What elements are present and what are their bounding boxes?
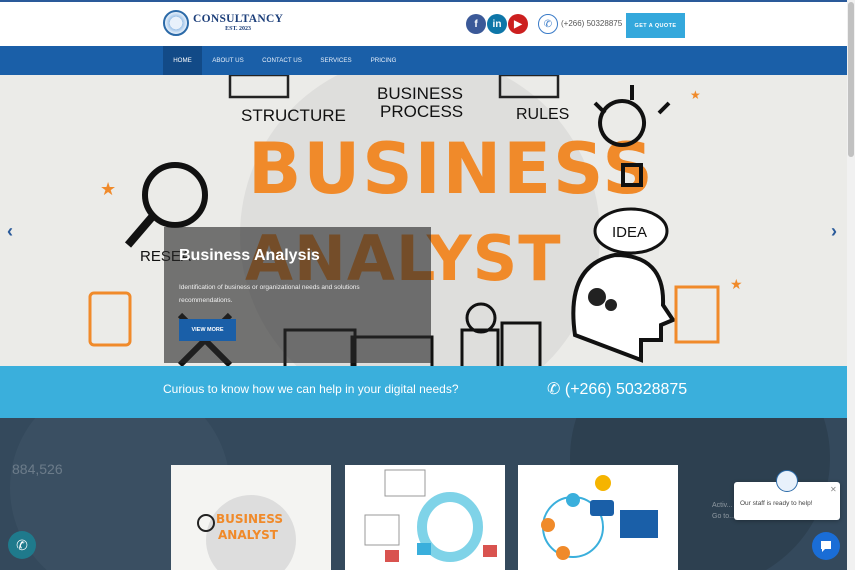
hero-caption: Business Analysis Identification of busi… <box>164 227 431 363</box>
cta-text: Curious to know how we can help in your … <box>163 382 459 396</box>
slider-prev-icon[interactable]: ‹ <box>7 221 13 242</box>
cta-band: Curious to know how we can help in your … <box>0 366 847 418</box>
hero-title: Business Analysis <box>179 247 320 264</box>
svg-text:IDEA: IDEA <box>612 224 647 241</box>
svg-text:RULES: RULES <box>516 106 569 123</box>
svg-text:884,526: 884,526 <box>12 461 63 477</box>
scrollbar-thumb[interactable] <box>848 2 854 157</box>
phone-icon: ✆ <box>547 381 565 398</box>
slider-next-icon[interactable]: › <box>831 221 837 242</box>
whatsapp-icon[interactable]: ✆ <box>8 531 36 559</box>
svg-text:PROCESS: PROCESS <box>380 102 463 121</box>
chat-message: Our staff is ready to help! <box>740 500 813 507</box>
logo-seal-icon <box>163 10 189 36</box>
chat-avatar <box>776 470 798 492</box>
svg-text:★: ★ <box>100 179 116 199</box>
close-icon[interactable]: ✕ <box>830 485 837 494</box>
youtube-icon[interactable]: ▶ <box>508 14 528 34</box>
business-analyst-thumbnail: BUSINESS ANALYST <box>171 465 331 570</box>
svg-text:STRUCTURE: STRUCTURE <box>241 106 346 125</box>
services-section: 884,526 BUSINESS ANALYST Activ... Go to.… <box>0 418 847 570</box>
activate-windows-overlay: Activ... Go to... <box>712 502 735 520</box>
cta-phone[interactable]: ✆ (+266) 50328875 <box>547 379 687 399</box>
logo[interactable]: CONSULTANCY EST. 2023 <box>163 10 283 36</box>
service-card-digital-product[interactable] <box>518 465 678 570</box>
svg-text:★: ★ <box>730 276 743 292</box>
linkedin-icon[interactable]: in <box>487 14 507 34</box>
nav-about-us[interactable]: ABOUT US <box>206 46 250 75</box>
nav-home[interactable]: HOME <box>163 46 202 75</box>
digital-product-thumbnail <box>518 465 678 570</box>
service-card-agile[interactable] <box>345 465 505 570</box>
logo-name: CONSULTANCY <box>193 12 284 25</box>
header: CONSULTANCY EST. 2023 f in ▶ ✆ (+266) 50… <box>0 0 847 46</box>
hero-slider: STRUCTURE BUSINESS PROCESS RULES BUSINES… <box>0 75 847 366</box>
phone-icon: ✆ <box>538 14 558 34</box>
nav-contact-us[interactable]: CONTACT US <box>257 46 307 75</box>
cta-phone-number[interactable]: (+266) 50328875 <box>565 381 687 398</box>
hero-description: Identification of business or organizati… <box>179 284 360 304</box>
service-card-business-analyst[interactable]: BUSINESS ANALYST <box>171 465 331 570</box>
svg-text:★: ★ <box>690 88 701 102</box>
nav-pricing[interactable]: PRICING <box>366 46 401 75</box>
main-nav: HOME ABOUT US CONTACT US SERVICES PRICIN… <box>0 46 847 75</box>
svg-text:ANALYST: ANALYST <box>218 528 279 542</box>
chat-bubble-icon <box>821 541 831 552</box>
agile-process-thumbnail <box>345 465 505 570</box>
header-phone[interactable]: (+266) 50328875 <box>561 19 622 28</box>
svg-text:BUSINESS: BUSINESS <box>377 84 463 103</box>
chat-button[interactable] <box>812 532 840 560</box>
svg-text:BUSINESS: BUSINESS <box>248 128 655 210</box>
get-quote-button[interactable]: GET A QUOTE <box>626 13 685 38</box>
logo-est: EST. 2023 <box>225 26 252 33</box>
nav-services[interactable]: SERVICES <box>315 46 357 75</box>
view-more-button[interactable]: VIEW MORE <box>179 319 236 341</box>
facebook-icon[interactable]: f <box>466 14 486 34</box>
svg-text:BUSINESS: BUSINESS <box>216 512 283 526</box>
